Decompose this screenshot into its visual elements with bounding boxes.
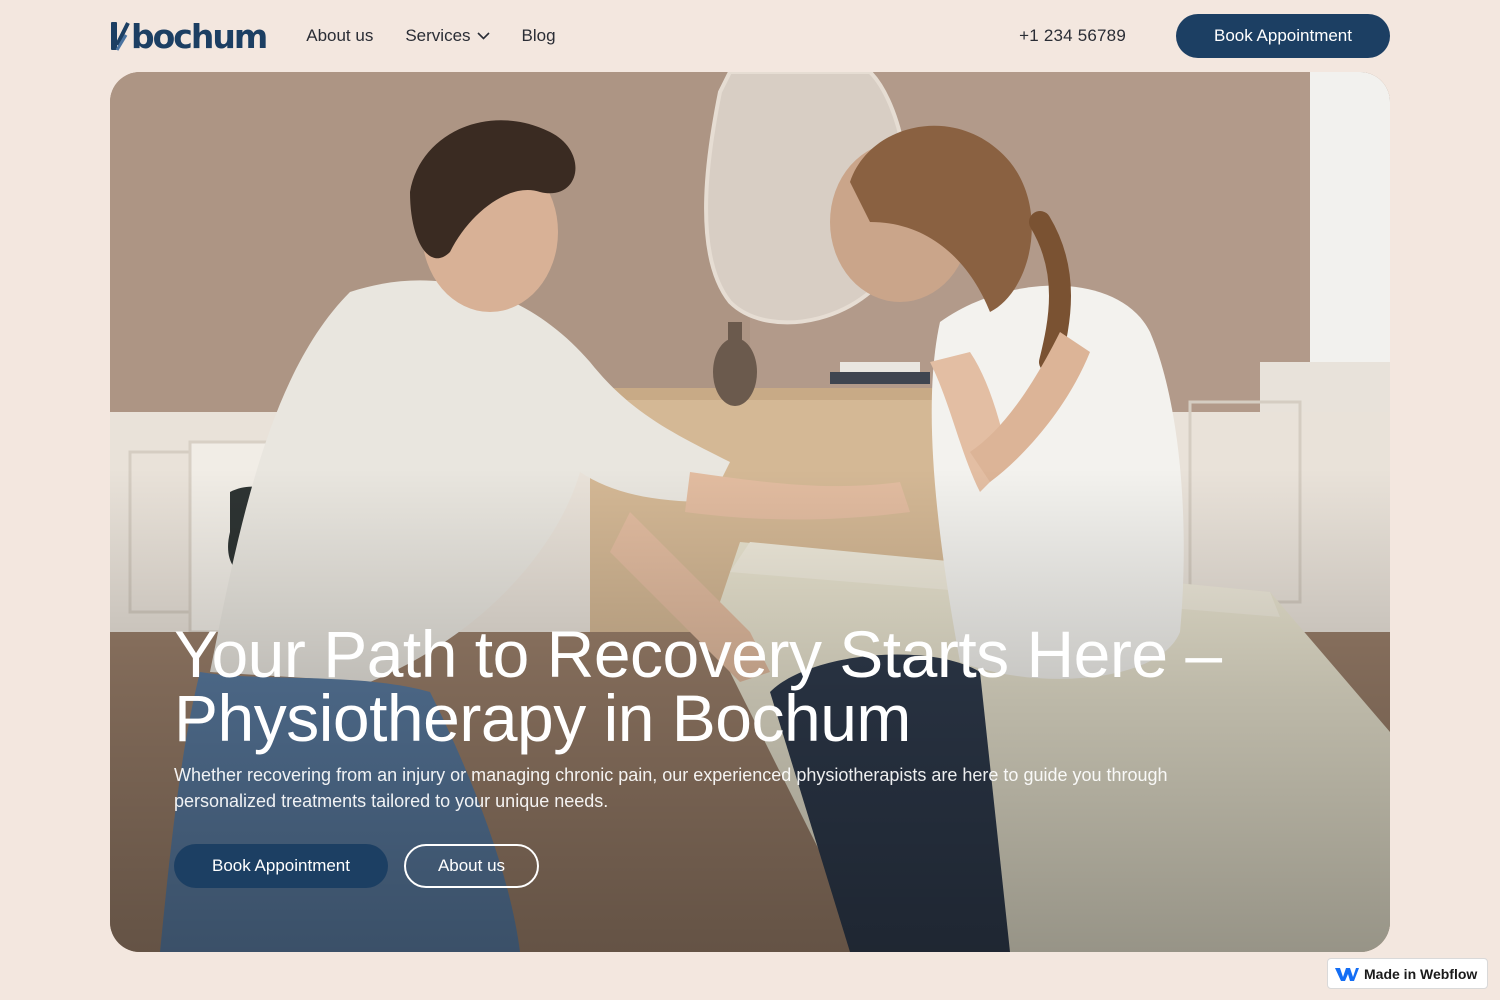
webflow-logo-icon [1335,967,1359,981]
hero-section: Your Path to Recovery Starts Here – Phys… [110,72,1390,952]
logo-mark-icon [111,22,130,51]
nav-blog[interactable]: Blog [522,26,556,46]
hero-about-us-button[interactable]: About us [404,844,539,888]
hero-actions: Book Appointment About us [174,844,539,888]
hero-title: Your Path to Recovery Starts Here – Phys… [174,617,1222,755]
main-nav: About us Services Blog [306,26,587,46]
nav-services-dropdown[interactable]: Services [405,26,490,46]
header-book-appointment-button[interactable]: Book Appointment [1176,14,1390,58]
site-header: bochum About us Services Blog +1 234 567… [110,14,1390,58]
made-in-webflow-badge[interactable]: Made in Webflow [1327,958,1488,989]
nav-about-us-label: About us [306,26,374,45]
logo[interactable]: bochum [110,14,268,58]
logo-text: bochum [131,16,268,56]
nav-about-us[interactable]: About us [306,26,373,46]
hero-book-appointment-button[interactable]: Book Appointment [174,844,388,888]
nav-services-label: Services [405,26,471,45]
chevron-down-icon [476,32,490,40]
hero-subtitle: Whether recovering from an injury or man… [174,765,1168,811]
phone-link[interactable]: +1 234 56789 [1019,26,1126,46]
nav-blog-label: Blog [521,26,556,45]
badge-label: Made in Webflow [1364,965,1478,982]
hero-image-overlay [110,72,1390,952]
